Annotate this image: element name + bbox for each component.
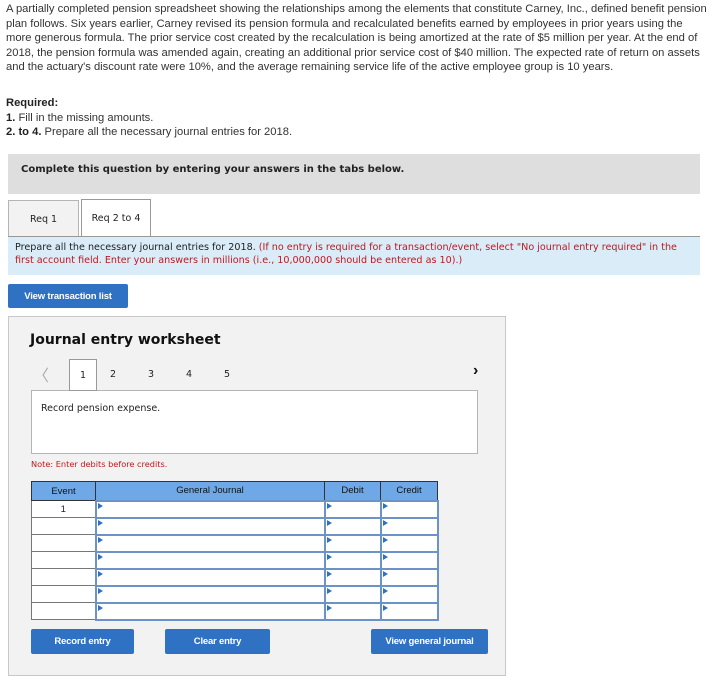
credit-input[interactable] [379,516,439,536]
debit-input[interactable] [323,499,382,519]
tab-req-2-to-4[interactable]: Req 2 to 4 [81,199,151,237]
debit-input[interactable] [323,516,382,536]
credit-input[interactable] [379,601,439,621]
page-1[interactable]: 1 [69,359,97,391]
instructions-box: Prepare all the necessary journal entrie… [8,236,700,275]
journal-header-row: Event General Journal Debit Credit [31,481,438,501]
header-general-journal: General Journal [95,481,325,501]
tab-req-1[interactable]: Req 1 [8,200,79,237]
chevron-left-icon[interactable]: 〈 [33,362,49,386]
required-section: Required: 1. Fill in the missing amounts… [6,96,292,140]
journal-row [31,601,439,621]
journal-row: 1 [31,499,439,519]
page-3[interactable]: 3 [137,359,165,389]
account-select[interactable] [94,516,326,536]
debit-input[interactable] [323,567,382,587]
debit-input[interactable] [323,533,382,553]
view-transaction-list-button[interactable]: View transaction list [8,284,128,308]
required-item-number: 1. [6,111,16,124]
view-general-journal-button[interactable]: View general journal [371,629,488,654]
debits-credits-note: Note: Enter debits before credits. [31,459,168,469]
account-select[interactable] [94,601,326,621]
journal-row [31,567,439,587]
header-event: Event [31,481,96,501]
account-select[interactable] [94,550,326,570]
debit-input[interactable] [323,584,382,604]
debit-input[interactable] [323,550,382,570]
header-credit: Credit [380,481,438,501]
entry-pager: 〈 1 2 3 4 5 › [9,357,507,391]
chevron-right-icon[interactable]: › [473,362,478,380]
required-item-2: 2. to 4. Prepare all the necessary journ… [6,125,292,140]
account-select[interactable] [94,533,326,553]
journal-entry-worksheet: Journal entry worksheet 〈 1 2 3 4 5 › Re… [8,316,506,676]
page-2[interactable]: 2 [99,359,127,389]
required-item-text: Prepare all the necessary journal entrie… [41,126,293,138]
account-select[interactable] [94,567,326,587]
complete-question-banner: Complete this question by entering your … [8,154,700,194]
credit-input[interactable] [379,550,439,570]
journal-row [31,550,439,570]
complete-question-text: Complete this question by entering your … [21,164,405,175]
problem-statement: A partially completed pension spreadshee… [6,3,707,74]
requirement-tabs: Req 1 Req 2 to 4 [8,199,700,237]
instructions-main: Prepare all the necessary journal entrie… [15,242,259,253]
credit-input[interactable] [379,499,439,519]
event-cell [31,602,96,620]
header-debit: Debit [324,481,381,501]
required-item-text: Fill in the missing amounts. [15,111,154,124]
credit-input[interactable] [379,567,439,587]
event-cell [31,568,96,586]
credit-input[interactable] [379,533,439,553]
entry-description: Record pension expense. [31,390,478,454]
credit-input[interactable] [379,584,439,604]
account-select[interactable] [94,499,326,519]
journal-row [31,584,439,604]
journal-row [31,516,439,536]
record-entry-button[interactable]: Record entry [31,629,134,654]
required-heading: Required: [6,97,59,109]
journal-row [31,533,439,553]
event-cell [31,585,96,603]
account-select[interactable] [94,584,326,604]
required-item-1: 1. Fill in the missing amounts. [6,111,292,126]
clear-entry-button[interactable]: Clear entry [165,629,270,654]
debit-input[interactable] [323,601,382,621]
journal-table: Event General Journal Debit Credit 1 [31,481,439,621]
event-cell [31,517,96,535]
required-item-number: 2. to 4. [6,126,42,138]
worksheet-title: Journal entry worksheet [30,332,221,348]
event-cell [31,551,96,569]
page-5[interactable]: 5 [213,359,241,389]
event-cell: 1 [31,500,96,518]
page-4[interactable]: 4 [175,359,203,389]
event-cell [31,534,96,552]
